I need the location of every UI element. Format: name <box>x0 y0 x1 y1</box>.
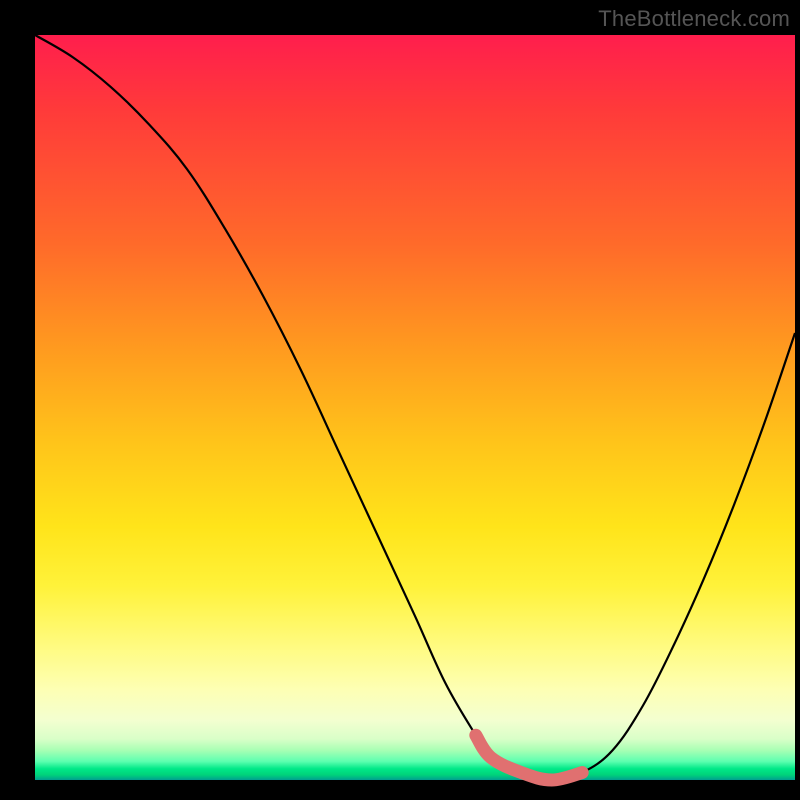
highlight-band <box>476 735 582 780</box>
chart-frame: TheBottleneck.com <box>0 0 800 800</box>
black-curve <box>35 35 795 780</box>
curve-svg <box>35 35 795 780</box>
watermark-text: TheBottleneck.com <box>598 6 790 32</box>
plot-area <box>35 35 795 780</box>
